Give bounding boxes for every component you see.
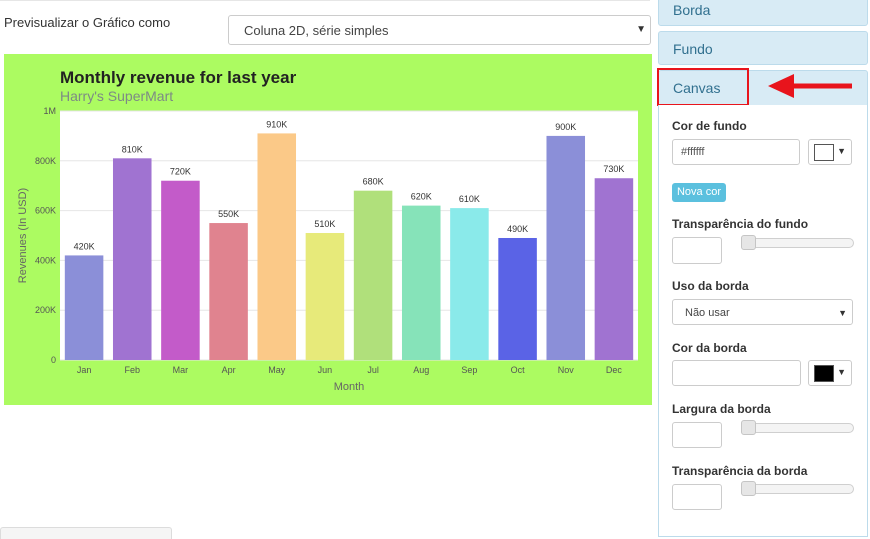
bg-color-picker[interactable]: ▼ xyxy=(808,139,852,165)
section-borda[interactable]: Borda xyxy=(658,0,868,26)
arrow-left-icon xyxy=(768,74,852,98)
border-transparency-slider[interactable] xyxy=(741,484,854,494)
bar-jul xyxy=(353,190,393,360)
chart-type-value: Coluna 2D, série simples xyxy=(244,23,389,38)
section-fundo-label: Fundo xyxy=(673,41,713,57)
bg-transparency-handle[interactable] xyxy=(741,235,756,250)
border-use-value: Não usar xyxy=(685,307,730,319)
border-transparency-label: Transparência da borda xyxy=(672,464,808,478)
x-tick-label: Jun xyxy=(318,365,333,375)
section-borda-label: Borda xyxy=(673,2,711,18)
border-width-label: Largura da borda xyxy=(672,402,771,416)
data-label: 730K xyxy=(603,164,624,174)
bar-feb xyxy=(112,158,152,360)
bg-color-label: Cor de fundo xyxy=(672,119,747,133)
x-tick-label: Jul xyxy=(367,365,379,375)
x-tick-label: Nov xyxy=(558,365,575,375)
border-color-input[interactable] xyxy=(672,360,801,386)
section-fundo[interactable]: Fundo xyxy=(658,31,868,65)
data-label: 810K xyxy=(122,144,143,154)
y-tick-label: 200K xyxy=(35,305,56,315)
x-axis-title: Month xyxy=(334,381,365,393)
bar-aug xyxy=(401,205,441,360)
bg-color-value: #ffffff xyxy=(681,146,705,158)
horizontal-scrollbar[interactable] xyxy=(0,527,172,539)
bar-jun xyxy=(305,233,345,360)
x-tick-label: Oct xyxy=(511,365,526,375)
data-label: 680K xyxy=(363,177,384,187)
x-tick-label: Mar xyxy=(173,365,189,375)
data-label: 900K xyxy=(555,122,576,132)
border-color-swatch xyxy=(814,365,834,382)
bar-dec xyxy=(594,178,634,360)
y-tick-label: 800K xyxy=(35,156,56,166)
data-label: 550K xyxy=(218,209,239,219)
data-label: 720K xyxy=(170,167,191,177)
chevron-down-icon: ▼ xyxy=(837,146,846,156)
chart-type-select[interactable]: Coluna 2D, série simples ▼ xyxy=(228,15,651,45)
data-label: 510K xyxy=(314,219,335,229)
chevron-down-icon: ▼ xyxy=(838,308,847,318)
x-tick-label: Sep xyxy=(461,365,477,375)
preview-label: Previsualizar o Gráfico como xyxy=(4,15,171,30)
x-tick-label: Apr xyxy=(222,365,236,375)
y-tick-label: 400K xyxy=(35,255,56,265)
chart-subtitle: Harry's SuperMart xyxy=(60,88,173,104)
border-width-input[interactable] xyxy=(672,422,722,448)
x-tick-label: Feb xyxy=(124,365,140,375)
bg-color-swatch xyxy=(814,144,834,161)
x-tick-label: Aug xyxy=(413,365,429,375)
bg-transparency-label: Transparência do fundo xyxy=(672,217,809,231)
bar-may xyxy=(257,133,297,360)
x-tick-label: Jan xyxy=(77,365,92,375)
y-tick-label: 0 xyxy=(51,355,56,365)
data-label: 620K xyxy=(411,192,432,202)
border-width-slider[interactable] xyxy=(741,423,854,433)
chart-title: Monthly revenue for last year xyxy=(60,68,297,87)
data-label: 420K xyxy=(74,241,95,251)
chart-svg: Monthly revenue for last yearHarry's Sup… xyxy=(4,54,652,405)
border-color-picker[interactable]: ▼ xyxy=(808,360,852,386)
y-tick-label: 1M xyxy=(43,106,56,116)
data-label: 490K xyxy=(507,224,528,234)
bar-mar xyxy=(161,180,200,360)
border-use-select[interactable]: Não usar ▼ xyxy=(672,299,853,325)
bar-nov xyxy=(546,135,586,360)
border-transparency-input[interactable] xyxy=(672,484,722,510)
data-label: 610K xyxy=(459,194,480,204)
bar-sep xyxy=(450,208,489,360)
data-label: 910K xyxy=(266,119,287,129)
y-tick-label: 600K xyxy=(35,206,56,216)
x-tick-label: May xyxy=(268,365,286,375)
bar-apr xyxy=(209,223,248,360)
border-use-label: Uso da borda xyxy=(672,279,749,293)
y-axis-title: Revenues (In USD) xyxy=(17,188,29,283)
bar-oct xyxy=(498,237,537,360)
border-width-handle[interactable] xyxy=(741,420,756,435)
chevron-down-icon: ▼ xyxy=(837,367,846,377)
chart-preview: Monthly revenue for last year Harry's Sup… xyxy=(4,54,652,405)
border-color-label: Cor da borda xyxy=(672,341,747,355)
bg-transparency-input[interactable] xyxy=(672,237,722,264)
top-divider xyxy=(0,0,650,1)
bg-color-input[interactable]: #ffffff xyxy=(672,139,800,165)
border-transparency-handle[interactable] xyxy=(741,481,756,496)
new-color-button[interactable]: Nova cor xyxy=(672,183,726,202)
chevron-down-icon: ▼ xyxy=(636,24,646,35)
x-tick-label: Dec xyxy=(606,365,623,375)
bar-jan xyxy=(64,255,104,360)
highlight-box xyxy=(657,68,749,106)
bg-transparency-slider[interactable] xyxy=(741,238,854,248)
